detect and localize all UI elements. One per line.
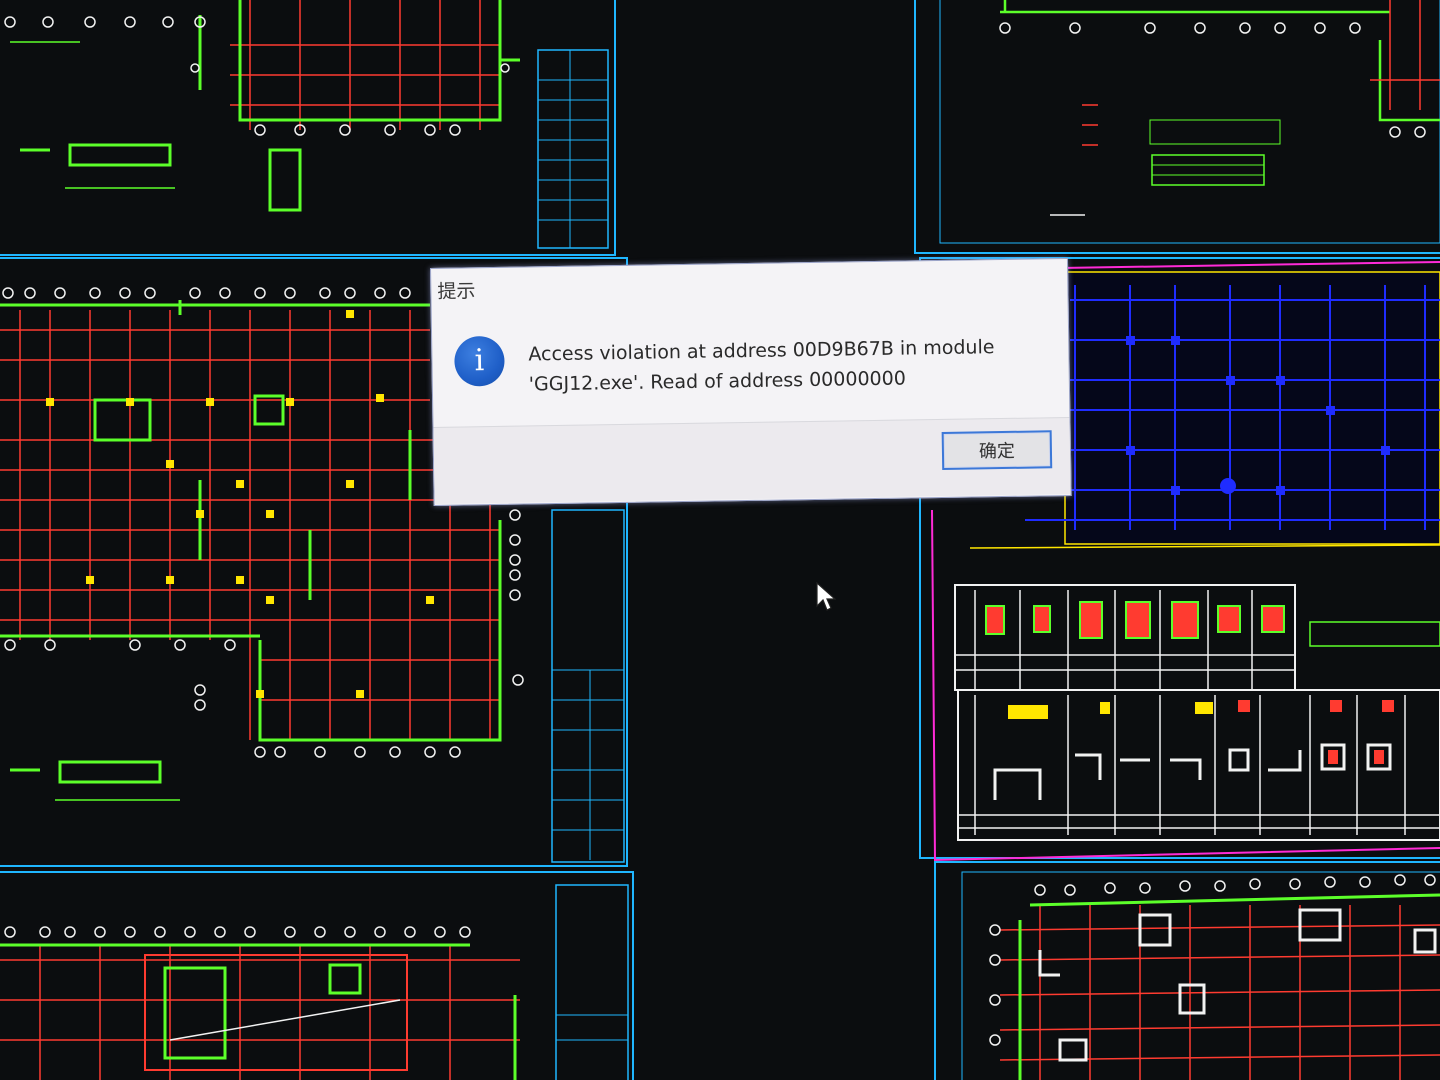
dialog-title: 提示 [437, 279, 476, 303]
drawing-sheet-bottom-right [934, 861, 1440, 1080]
drawing-sheet-top-right [914, 0, 1440, 254]
mouse-pointer-icon [816, 582, 836, 611]
error-dialog[interactable]: 提示 i Access violation at address 00D9B67… [430, 257, 1072, 506]
ok-button[interactable]: 确定 [941, 430, 1053, 470]
dialog-body: i Access violation at address 00D9B67B i… [432, 301, 1070, 427]
info-icon: i [454, 335, 505, 387]
dialog-footer: 确定 [433, 416, 1071, 504]
drawing-sheet-bottom-left [0, 871, 634, 1080]
cad-drawing-canvas[interactable] [0, 0, 1440, 1080]
dialog-message: Access violation at address 00D9B67B in … [528, 331, 1049, 399]
drawing-sheet-top-left [0, 0, 616, 256]
